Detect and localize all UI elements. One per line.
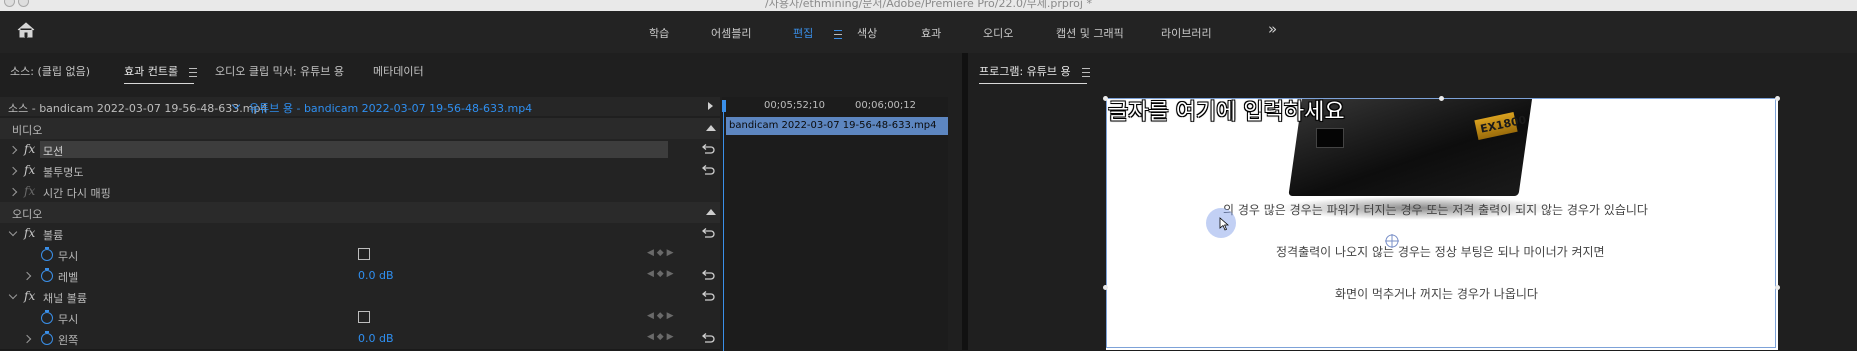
fx-icon[interactable]: fx [24,163,35,177]
stopwatch-icon[interactable] [41,247,53,261]
param-row-bypass-2: 무시 ◀ ◆ ▶ [0,307,720,329]
timeline-clip[interactable]: bandicam 2022-03-07 19-56-48-633.mp4 [726,117,948,135]
subtitle-line-2: 정격출력이 나오지 않는 경우는 정상 부팅은 되나 마이너가 켜지면 [1276,245,1605,259]
workspace-bar: 학습 어셈블리 편집 색상 효과 오디오 캡션 및 그래픽 라이브러리 » [0,11,1857,53]
play-icon[interactable] [708,102,713,110]
workspace-tab-audio[interactable]: 오디오 [983,25,1013,41]
keyframe-nav-icon[interactable]: ◀ ◆ ▶ [647,332,674,342]
effect-label-motion: 모션 [43,145,64,158]
workspace-tab-libraries[interactable]: 라이브러리 [1161,25,1212,41]
collapse-audio-icon[interactable] [706,209,716,215]
effect-label-opacity: 불투명도 [43,166,84,179]
transform-handle[interactable] [1775,285,1780,290]
effect-timeline: 00;05;52;10 00;06;00;12 bandicam 2022-03… [722,97,948,351]
keyframe-nav-icon[interactable]: ◀ ◆ ▶ [647,269,674,279]
effect-label-volume: 볼륨 [43,229,64,242]
effect-row-channel-volume[interactable]: fx 채널 볼륨 [0,286,720,308]
effect-row-time-remapping[interactable]: fx 시간 다시 매핑 [0,181,720,203]
subtitle-line-3: 화면이 먹추거나 꺼지는 경우가 나옵니다 [1335,287,1538,301]
fx-icon[interactable]: fx [24,142,35,156]
param-label-level: 레벨 [58,271,79,284]
workspace-tab-captions[interactable]: 캡션 및 그래픽 [1056,25,1124,41]
fx-icon[interactable]: fx [24,289,35,303]
effect-label-time-remapping: 시간 다시 매핑 [43,187,111,200]
workspace-menu-icon[interactable] [827,27,842,40]
tab-effect-controls[interactable]: 효과 컨트롤 [124,63,195,84]
timecode-2: 00;06;00;12 [855,100,917,111]
timeline-clip-label: bandicam 2022-03-07 19-56-48-633.mp4 [729,120,937,131]
param-row-bypass: 무시 ◀ ◆ ▶ [0,244,720,266]
effect-row-motion[interactable]: fx 모션 [0,139,720,161]
source-clip-label: 소스 - bandicam 2022-03-07 19-56-48-633.mp… [8,102,268,115]
reset-icon[interactable] [701,333,715,344]
subtitle-line-1: 의 경우 많은 경우는 파워가 터지는 경우 또는 저격 출력이 되지 않는 경… [1223,203,1648,217]
chevron-right-icon[interactable] [8,187,18,197]
panel-menu-icon[interactable] [182,65,197,78]
transform-handle[interactable] [1439,96,1444,101]
motion-highlight [40,141,668,158]
panel-menu-icon[interactable] [1075,65,1090,78]
chevron-down-icon[interactable] [8,290,18,300]
tab-metadata[interactable]: 메타데이터 [373,63,424,79]
reset-icon[interactable] [701,228,715,239]
playhead-line [723,111,724,351]
collapse-video-icon[interactable] [706,125,716,131]
transform-handle[interactable] [1103,96,1108,101]
fx-icon[interactable]: fx [24,226,35,240]
tab-audio-clip-mixer[interactable]: 오디오 클립 믹서: 유튜브 용 [215,63,344,79]
workspace-tab-effects[interactable]: 효과 [921,25,941,41]
bypass-checkbox[interactable] [358,248,370,260]
effect-label-channel-volume: 채널 볼륨 [43,292,87,305]
program-video-frame[interactable]: EX1800 글자를 여기에 입력하세요 의 경우 많은 경우는 파워가 터지는… [1106,98,1778,350]
param-label-bypass: 무시 [58,250,79,263]
audio-section-header: 오디오 [0,202,720,224]
anchor-point-icon[interactable] [1384,233,1400,249]
workspace-tab-learn[interactable]: 학습 [649,25,669,41]
keyframe-nav-icon[interactable]: ◀ ◆ ▶ [647,248,674,258]
sequence-clip-label[interactable]: 유튜브 용 - bandicam 2022-03-07 19-56-48-633… [249,100,532,116]
left-value[interactable]: 0.0 dB [358,332,394,345]
param-row-level: 레벨 0.0 dB ◀ ◆ ▶ [0,265,720,287]
program-monitor-title[interactable]: 프로그램: 유튜브 용 [979,63,1087,84]
bypass-checkbox-2[interactable] [358,311,370,323]
reset-icon[interactable] [701,291,715,302]
timecode-1: 00;05;52;10 [764,100,826,111]
clip-header: 소스 - bandicam 2022-03-07 19-56-48-633.mp… [0,97,720,116]
chevron-right-icon[interactable] [8,166,18,176]
param-row-left: 왼쪽 0.0 dB ◀ ◆ ▶ [0,328,720,350]
audio-section-label: 오디오 [12,208,43,221]
param-label-left: 왼쪽 [58,334,79,347]
chevron-down-icon[interactable] [8,227,18,237]
reset-icon[interactable] [701,165,715,176]
tab-source[interactable]: 소스: (클립 없음) [10,63,90,79]
reset-icon[interactable] [701,144,715,155]
stopwatch-icon[interactable] [41,268,53,282]
mouse-cursor-icon [1219,217,1229,231]
stopwatch-icon[interactable] [41,310,53,324]
chevron-right-icon[interactable] [22,334,32,344]
transform-handle[interactable] [1775,96,1780,101]
video-section-label: 비디오 [12,124,43,137]
effect-row-opacity[interactable]: fx 불투명도 [0,160,720,182]
reset-icon[interactable] [701,270,715,281]
level-value[interactable]: 0.0 dB [358,269,394,282]
window-title: /사용자/ethmining/문서/Adobe/Premiere Pro/22.… [765,0,1092,10]
chevron-right-icon[interactable] [8,145,18,155]
workspace-tab-assembly[interactable]: 어셈블리 [711,25,751,41]
effect-controls-panel: 소스: (클립 없음) 효과 컨트롤 오디오 클립 믹서: 유튜브 용 메타데이… [0,53,962,351]
effect-row-volume[interactable]: fx 볼륨 [0,223,720,245]
video-section-header: 비디오 [0,118,720,140]
home-icon[interactable] [16,21,36,39]
workspace-tab-edit[interactable]: 편집 [793,25,813,41]
fx-icon: fx [24,184,36,198]
stopwatch-icon[interactable] [41,331,53,345]
window-titlebar: /사용자/ethmining/문서/Adobe/Premiere Pro/22.… [0,0,1857,11]
param-label-bypass-2: 무시 [58,313,79,326]
transform-handle[interactable] [1103,285,1108,290]
keyframe-nav-icon[interactable]: ◀ ◆ ▶ [647,311,674,321]
chevron-right-icon[interactable] [22,271,32,281]
title-overlay-text[interactable]: 글자를 여기에 입력하세요 [1108,98,1345,126]
workspace-tab-color[interactable]: 색상 [857,25,877,41]
workspace-overflow-button[interactable]: » [1268,20,1277,38]
